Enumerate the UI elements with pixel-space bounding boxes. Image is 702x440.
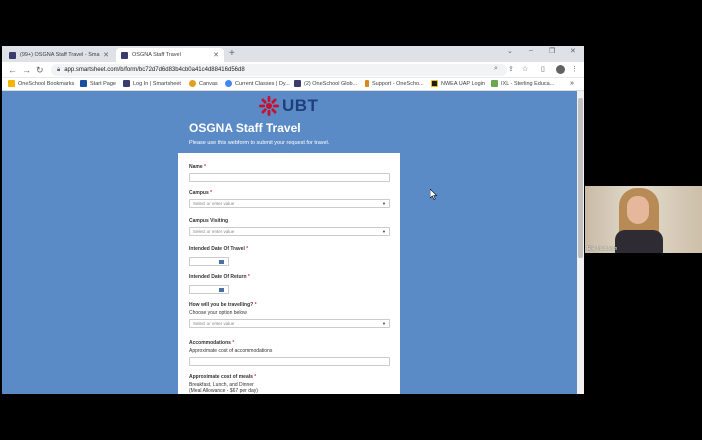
- close-window-icon[interactable]: ✕: [570, 47, 576, 55]
- accommodations-label: Accommodations *: [189, 340, 235, 346]
- mouse-cursor-icon: [430, 189, 438, 200]
- ubt-logo: UBT: [258, 95, 318, 117]
- more-bookmarks-icon[interactable]: »: [570, 80, 574, 87]
- tab-bar: (99+) OSGNA Staff Travel - Sma ✕ OSGNA S…: [2, 46, 584, 62]
- return-date-label: Intended Date Of Return *: [189, 274, 250, 280]
- back-icon[interactable]: ←: [8, 64, 17, 76]
- new-tab-button[interactable]: +: [229, 48, 235, 60]
- support-icon: [365, 80, 369, 87]
- bookmark-support[interactable]: Support - OneScho...: [365, 80, 424, 87]
- bookmark-label: Support - OneScho...: [372, 80, 424, 87]
- travel-date-label: Intended Date Of Travel *: [189, 246, 249, 252]
- bookmark-label: NWEA UAP Login: [441, 80, 485, 87]
- start-page-icon: [80, 80, 87, 87]
- dropdown-caret-icon: ▼: [382, 229, 386, 234]
- travel-mode-help: Choose your option below: [189, 310, 247, 316]
- meals-label: Approximate cost of meals *: [189, 374, 257, 380]
- browser-window: (99+) OSGNA Staff Travel - Sma ✕ OSGNA S…: [2, 46, 584, 394]
- lock-icon: 🔒︎: [57, 66, 61, 73]
- bookmark-start-page[interactable]: Start Page: [80, 80, 116, 87]
- name-input[interactable]: [189, 173, 390, 182]
- campus-select[interactable]: Select or enter value ▼: [189, 199, 390, 208]
- meals-allowance-help: (Meal Allowance - $67 per day): [189, 388, 258, 394]
- smartsheet-icon: [294, 80, 301, 87]
- bookmark-label: Start Page: [90, 80, 116, 87]
- tab-search-icon[interactable]: ⌄: [507, 47, 513, 55]
- folder-icon: [8, 80, 15, 87]
- smartsheet-icon: [123, 80, 130, 87]
- bookmark-current-classes[interactable]: Current Classes | Dy...: [225, 80, 290, 87]
- forward-icon[interactable]: →: [22, 64, 31, 76]
- campus-visiting-label: Campus Visiting: [189, 218, 229, 224]
- travel-mode-select[interactable]: Select or enter value ▼: [189, 319, 390, 328]
- form-card: Name * Campus * Select or enter value ▼ …: [178, 153, 400, 394]
- zoom-icon[interactable]: ⌕: [494, 65, 498, 73]
- bookmark-ixl[interactable]: IXL - Sterling Educa...: [491, 80, 554, 87]
- screen: (99+) OSGNA Staff Travel - Sma ✕ OSGNA S…: [0, 0, 702, 440]
- bookmarks-bar: OneSchool Bookmarks Start Page Log In | …: [2, 78, 584, 91]
- page-scrollbar[interactable]: [577, 91, 584, 394]
- tab-title: OSGNA Staff Travel: [132, 52, 181, 58]
- travel-mode-label: How will you be travelling? *: [189, 302, 257, 308]
- minimize-icon[interactable]: –: [529, 47, 533, 54]
- canvas-icon: [189, 80, 196, 87]
- ixl-icon: [491, 80, 498, 87]
- tab-smartsheet-inactive[interactable]: (99+) OSGNA Staff Travel - Sma ✕: [4, 48, 114, 62]
- tab-osgna-staff-travel[interactable]: OSGNA Staff Travel ✕: [116, 48, 224, 62]
- tab-title: (99+) OSGNA Staff Travel - Sma: [20, 52, 100, 58]
- return-date-input[interactable]: [189, 285, 229, 294]
- accommodations-input[interactable]: [189, 357, 390, 366]
- bookmark-nwea[interactable]: NWEA UAP Login: [431, 80, 485, 87]
- bookmark-label: Log In | Smartsheet: [133, 80, 181, 87]
- accommodations-help: Approximate cost of accommodations: [189, 348, 273, 354]
- smartsheet-favicon-icon: [9, 51, 16, 59]
- name-label: Name *: [189, 164, 206, 170]
- profile-avatar[interactable]: [556, 65, 565, 74]
- smartsheet-favicon-icon: [121, 51, 128, 59]
- page-title: OSGNA Staff Travel: [189, 121, 301, 135]
- page-subtitle: Please use this webform to submit your r…: [189, 140, 330, 146]
- reload-icon[interactable]: ↻: [36, 64, 44, 76]
- campus-label: Campus *: [189, 190, 213, 196]
- cloud-icon: [225, 80, 232, 87]
- bookmark-oneschool-global[interactable]: (2) OneSchool Glob...: [294, 80, 357, 87]
- bookmark-canvas[interactable]: Canvas: [189, 80, 218, 87]
- bookmark-smartsheet[interactable]: Log In | Smartsheet: [123, 80, 181, 87]
- calendar-icon[interactable]: [219, 288, 224, 292]
- bookmark-label: (2) OneSchool Glob...: [304, 80, 358, 87]
- maximize-icon[interactable]: ❐: [549, 47, 555, 55]
- url-text: app.smartsheet.com/b/form/bc72d7d6d83b4c…: [64, 67, 245, 73]
- bookmark-label: IXL - Sterling Educa...: [501, 80, 555, 87]
- video-participant-thumbnail: Elle MacLean: [585, 186, 702, 253]
- nwea-icon: [431, 80, 438, 87]
- address-bar[interactable]: 🔒︎ app.smartsheet.com/b/form/bc72d7d6d83…: [51, 64, 507, 76]
- form-page: UBT OSGNA Staff Travel Please use this w…: [2, 91, 577, 394]
- bookmark-star-icon[interactable]: ☆: [522, 65, 528, 73]
- browser-toolbar: ← → ↻ 🔒︎ app.smartsheet.com/b/form/bc72d…: [2, 62, 584, 78]
- share-icon[interactable]: ⇪: [508, 65, 514, 73]
- bookmark-label: Canvas: [199, 80, 218, 87]
- ubt-logo-icon: [259, 96, 279, 116]
- travel-date-input[interactable]: [189, 257, 229, 266]
- calendar-icon[interactable]: [219, 260, 224, 264]
- participant-face: [627, 196, 649, 224]
- dropdown-caret-icon: ▼: [382, 321, 386, 326]
- close-tab-icon[interactable]: ✕: [213, 51, 219, 59]
- bookmark-label: OneSchool Bookmarks: [18, 80, 75, 87]
- dropdown-caret-icon: ▼: [382, 201, 386, 206]
- campus-visiting-select[interactable]: Select or enter value ▼: [189, 227, 390, 236]
- logo-text: UBT: [282, 96, 319, 115]
- scrollbar-thumb[interactable]: [578, 98, 583, 258]
- participant-name: Elle MacLean: [587, 246, 618, 252]
- close-tab-icon[interactable]: ✕: [103, 51, 109, 59]
- menu-icon[interactable]: ⋮: [571, 65, 578, 73]
- side-panel-icon[interactable]: ▯: [541, 65, 545, 73]
- bookmark-label: Current Classes | Dy...: [235, 80, 290, 87]
- participant-shirt: [615, 230, 663, 253]
- bookmark-oneschool-bookmarks[interactable]: OneSchool Bookmarks: [8, 80, 74, 87]
